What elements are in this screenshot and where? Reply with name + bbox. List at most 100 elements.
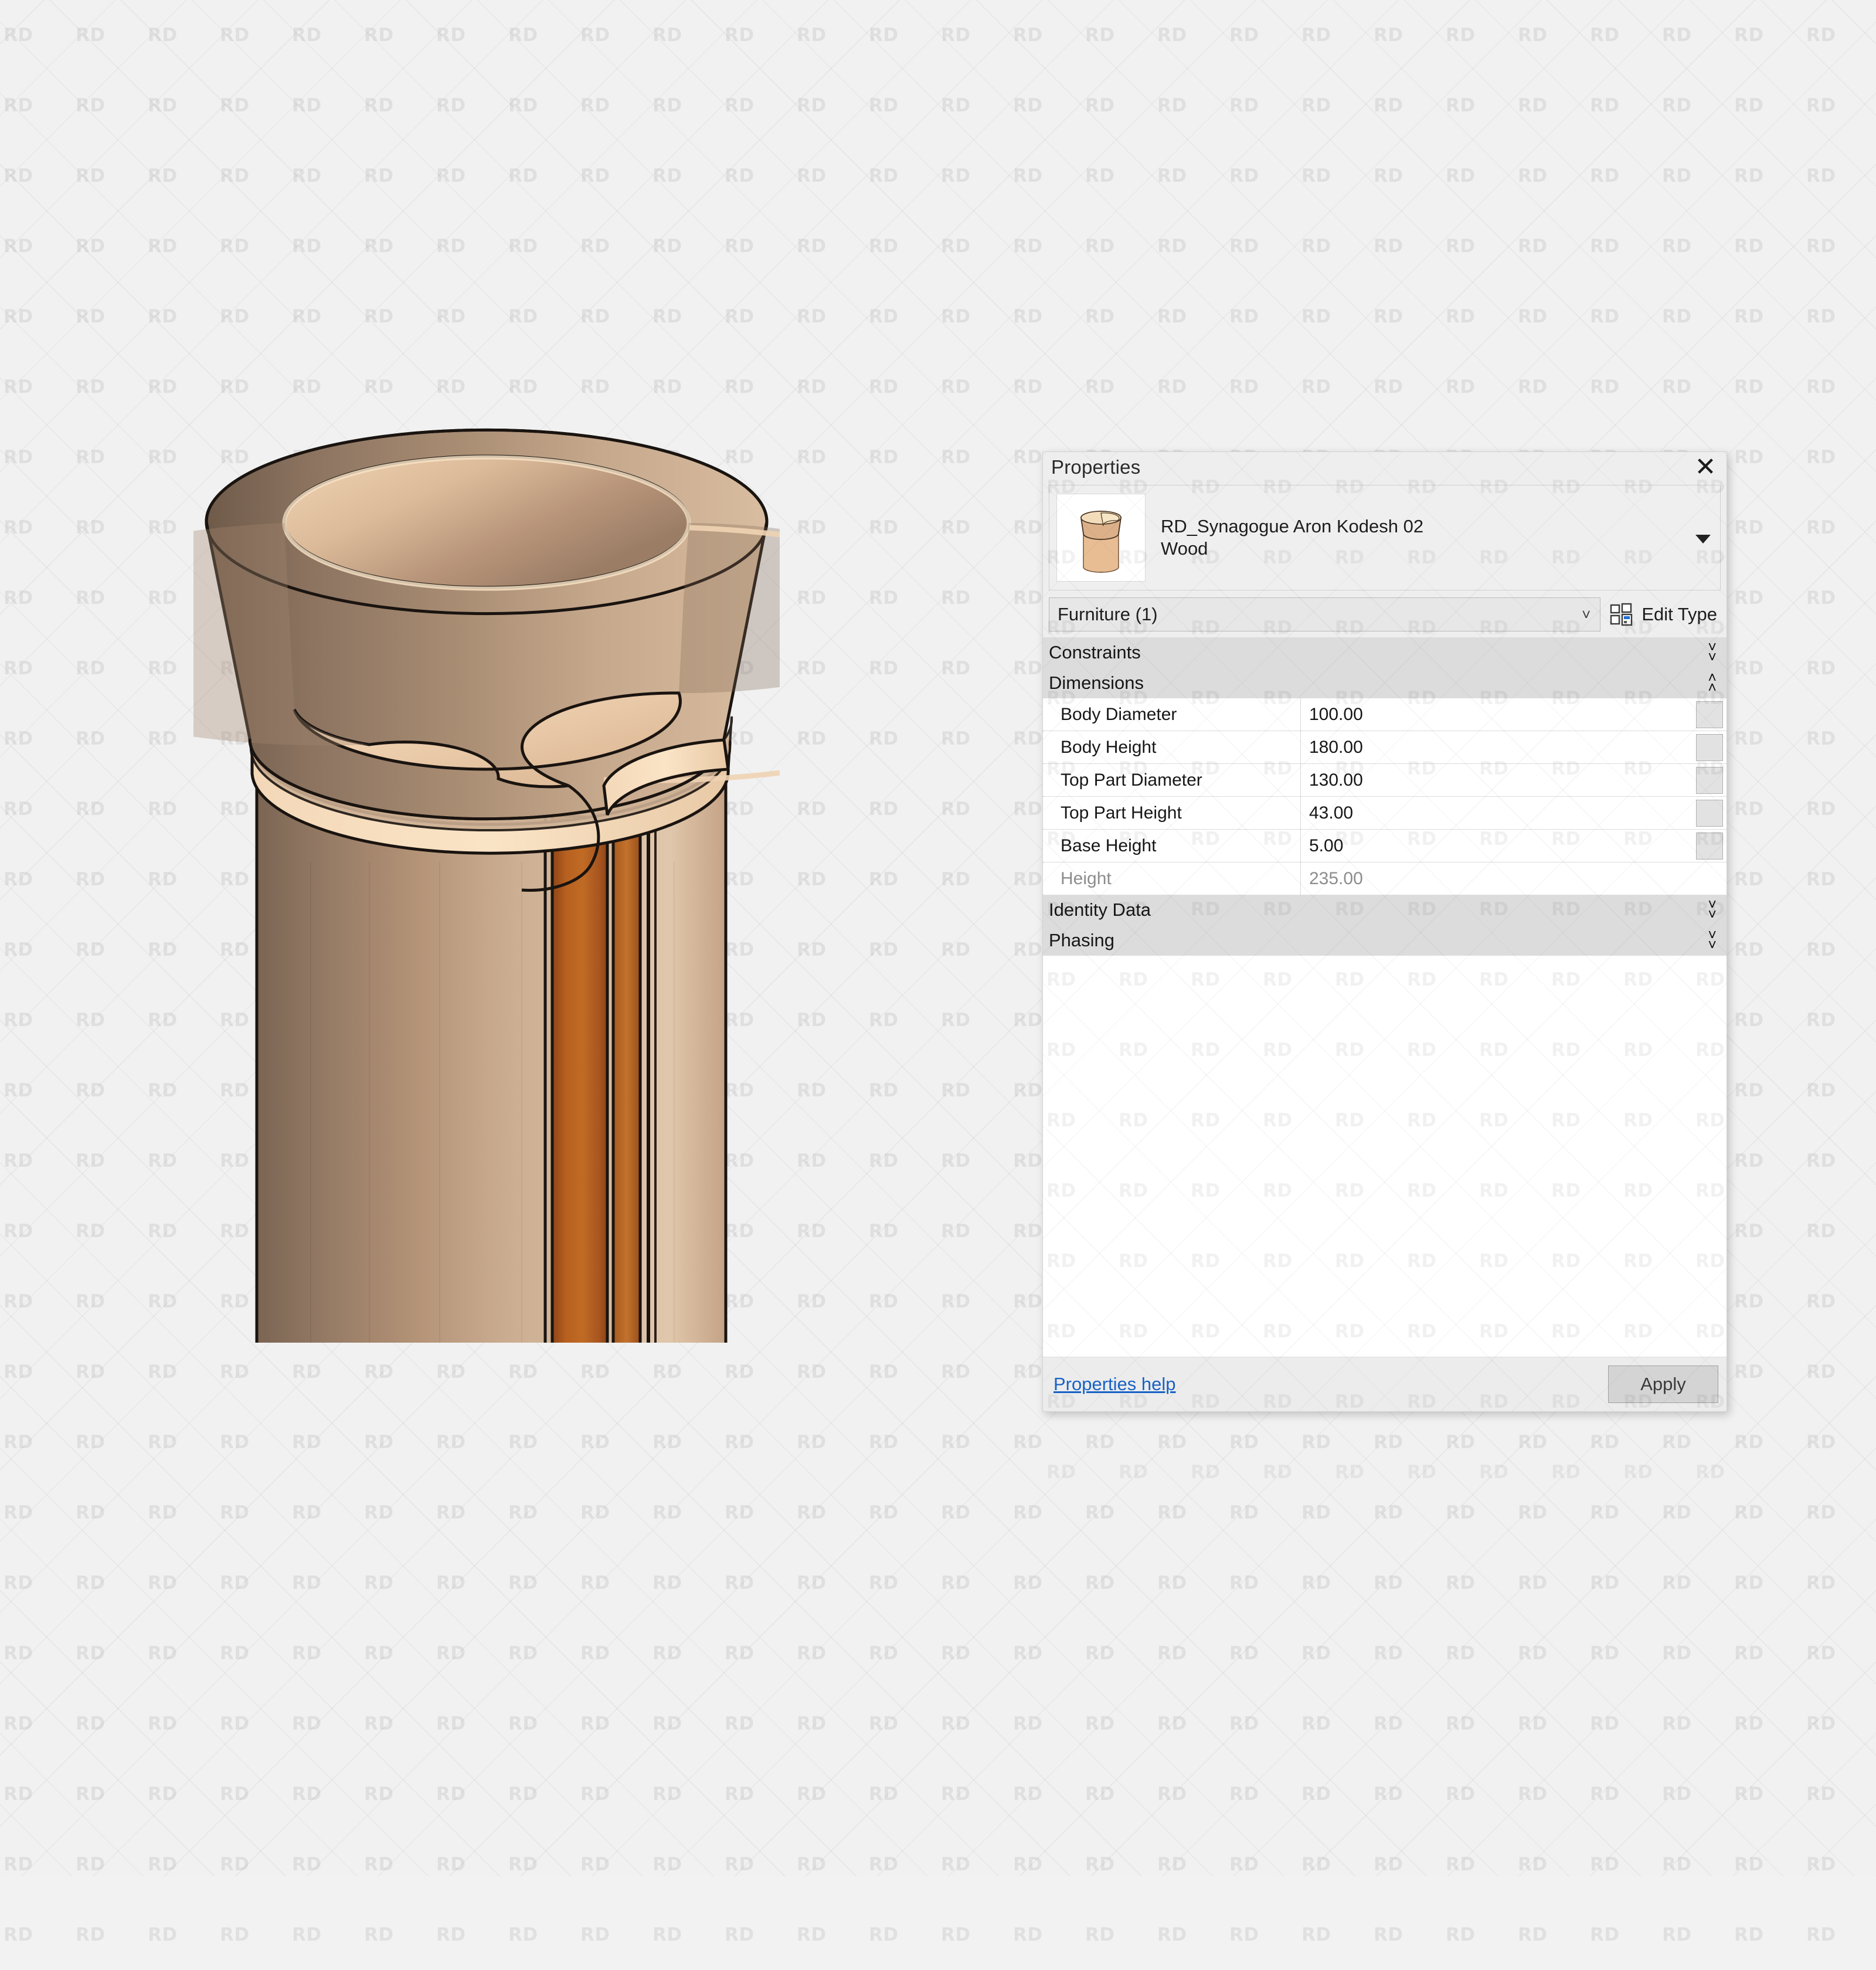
watermark-tile: RD bbox=[1374, 376, 1403, 398]
watermark-tile: RD bbox=[941, 1924, 971, 1945]
parameter-value[interactable]: 43.00 bbox=[1301, 797, 1696, 829]
watermark-tile: RD bbox=[869, 376, 899, 398]
watermark-tile: RD bbox=[1734, 517, 1764, 538]
watermark-tile: RD bbox=[869, 95, 899, 116]
thumbnail-graphic bbox=[1080, 510, 1121, 573]
watermark-tile: RD bbox=[1157, 95, 1187, 116]
watermark-tile: RD bbox=[1301, 95, 1331, 116]
watermark-tile: RD bbox=[1157, 1854, 1187, 1875]
watermark-tile: RD bbox=[1374, 1924, 1403, 1945]
type-selector[interactable]: RD_Synagogue Aron Kodesh 02 Wood bbox=[1049, 485, 1721, 590]
watermark-tile: RD bbox=[797, 517, 827, 538]
watermark-tile: RD bbox=[220, 1572, 250, 1594]
table-row[interactable]: Top Part Height 43.00 bbox=[1043, 797, 1727, 830]
parameter-edit-button[interactable] bbox=[1696, 766, 1723, 794]
watermark-tile: RD bbox=[1806, 939, 1836, 960]
watermark-tile: RD bbox=[797, 25, 827, 46]
watermark-tile: RD bbox=[1085, 95, 1115, 116]
watermark-tile: RD bbox=[1085, 1432, 1115, 1453]
properties-palette[interactable]: Properties ✕ RD_Synagogue Aron Kodesh 02… bbox=[1042, 451, 1727, 1483]
watermark-tile: RD bbox=[292, 1713, 322, 1734]
watermark-tile: RD bbox=[1157, 1643, 1187, 1664]
close-icon[interactable]: ✕ bbox=[1689, 454, 1722, 480]
watermark-tile: RD bbox=[725, 236, 755, 257]
watermark-tile: RD bbox=[76, 1854, 106, 1875]
watermark-tile: RD bbox=[76, 1502, 106, 1523]
parameter-value[interactable]: 5.00 bbox=[1301, 830, 1696, 862]
group-header-dimensions[interactable]: Dimensions ˄ ˄ bbox=[1043, 668, 1727, 698]
watermark-tile: RD bbox=[797, 1854, 827, 1875]
watermark-tile: RD bbox=[941, 1572, 971, 1594]
table-row[interactable]: Body Diameter 100.00 bbox=[1043, 698, 1727, 731]
watermark-tile: RD bbox=[869, 1221, 899, 1242]
instance-selector-combobox[interactable]: Furniture (1) ˅ bbox=[1049, 597, 1601, 631]
table-row[interactable]: Base Height 5.00 bbox=[1043, 830, 1727, 862]
watermark-tile: RD bbox=[1229, 306, 1259, 327]
watermark-tile: RD bbox=[436, 1502, 466, 1523]
watermark-tile: RD bbox=[869, 1010, 899, 1031]
watermark-tile: RD bbox=[869, 517, 899, 538]
watermark-tile: RD bbox=[1301, 376, 1331, 398]
parameter-list[interactable]: Constraints ˅ ˅ Dimensions ˄ ˄ Body Diamet… bbox=[1043, 637, 1727, 1357]
caret-down-icon[interactable] bbox=[1695, 535, 1711, 544]
watermark-tile: RD bbox=[1734, 869, 1764, 890]
watermark-tile: RD bbox=[869, 799, 899, 820]
watermark-tile: RD bbox=[1157, 236, 1187, 257]
watermark-tile: RD bbox=[869, 1572, 899, 1594]
watermark-tile: RD bbox=[1806, 1784, 1836, 1805]
watermark-tile: RD bbox=[148, 1572, 178, 1594]
watermark-tile: RD bbox=[1446, 1432, 1476, 1453]
watermark-tile: RD bbox=[364, 1502, 394, 1523]
watermark-tile: RD bbox=[1157, 1924, 1187, 1945]
watermark-tile: RD bbox=[797, 1643, 827, 1664]
group-header-phasing[interactable]: Phasing ˅ ˅ bbox=[1043, 925, 1727, 956]
watermark-tile: RD bbox=[1374, 1432, 1403, 1453]
watermark-tile: RD bbox=[1085, 1784, 1115, 1805]
watermark-tile: RD bbox=[1806, 1291, 1836, 1312]
watermark-tile: RD bbox=[941, 236, 971, 257]
model-3d-view[interactable] bbox=[193, 334, 780, 1343]
watermark-tile: RD bbox=[1301, 1784, 1331, 1805]
watermark-tile: RD bbox=[76, 869, 106, 890]
watermark-tile: RD bbox=[1229, 25, 1259, 46]
parameter-value[interactable]: 180.00 bbox=[1301, 731, 1696, 763]
parameter-edit-button[interactable] bbox=[1696, 832, 1723, 860]
watermark-tile: RD bbox=[1157, 1572, 1187, 1594]
watermark-tile: RD bbox=[941, 1854, 971, 1875]
watermark-tile: RD bbox=[941, 1291, 971, 1312]
watermark-tile: RD bbox=[364, 165, 394, 186]
group-label: Constraints bbox=[1049, 642, 1141, 663]
properties-help-link[interactable]: Properties help bbox=[1053, 1374, 1176, 1395]
watermark-tile: RD bbox=[1590, 95, 1620, 116]
table-row[interactable]: Body Height 180.00 bbox=[1043, 731, 1727, 764]
watermark-tile: RD bbox=[1734, 1221, 1764, 1242]
table-row[interactable]: Top Part Diameter 130.00 bbox=[1043, 764, 1727, 797]
watermark-tile: RD bbox=[1590, 1924, 1620, 1945]
palette-title-bar: Properties ✕ bbox=[1043, 452, 1727, 483]
watermark-tile: RD bbox=[76, 1080, 106, 1101]
parameter-edit-button[interactable] bbox=[1696, 701, 1723, 728]
apply-button[interactable]: Apply bbox=[1608, 1366, 1718, 1403]
watermark-tile: RD bbox=[1806, 95, 1836, 116]
watermark-tile: RD bbox=[1734, 447, 1764, 468]
watermark-tile: RD bbox=[1518, 1854, 1548, 1875]
watermark-tile: RD bbox=[4, 25, 33, 46]
watermark-tile: RD bbox=[941, 1010, 971, 1031]
parameter-value[interactable]: 100.00 bbox=[1301, 698, 1696, 731]
family-name: RD_Synagogue Aron Kodesh 02 bbox=[1161, 516, 1424, 537]
parameter-value[interactable]: 130.00 bbox=[1301, 764, 1696, 796]
watermark-tile: RD bbox=[1806, 1150, 1836, 1171]
edit-type-button[interactable]: Edit Type bbox=[1610, 603, 1721, 626]
watermark-tile: RD bbox=[1806, 587, 1836, 609]
watermark-tile: RD bbox=[76, 1361, 106, 1383]
group-header-constraints[interactable]: Constraints ˅ ˅ bbox=[1043, 637, 1727, 668]
watermark-tile: RD bbox=[580, 1643, 610, 1664]
watermark-tile: RD bbox=[436, 1432, 466, 1453]
parameter-edit-button[interactable] bbox=[1696, 733, 1723, 761]
watermark-tile: RD bbox=[436, 1572, 466, 1594]
watermark-tile: RD bbox=[1734, 1080, 1764, 1101]
parameter-edit-button[interactable] bbox=[1696, 799, 1723, 827]
group-header-identity-data[interactable]: Identity Data ˅ ˅ bbox=[1043, 895, 1727, 925]
watermark-tile: RD bbox=[220, 25, 250, 46]
watermark-tile: RD bbox=[1734, 1643, 1764, 1664]
